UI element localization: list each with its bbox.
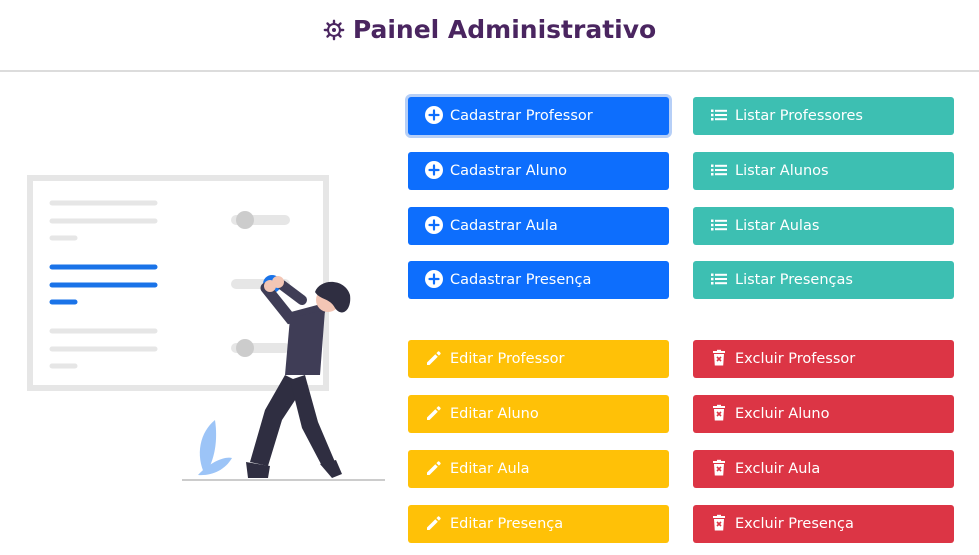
cadastrar-professor-button[interactable]: Cadastrar Professor — [408, 97, 669, 135]
plus-circle-icon — [424, 105, 444, 125]
button-label: Cadastrar Professor — [450, 108, 593, 124]
cadastrar-presenca-button[interactable]: Cadastrar Presença — [408, 261, 669, 299]
list-icon — [709, 269, 729, 289]
button-label: Listar Professores — [735, 108, 863, 124]
page-title: Painel Administrativo — [352, 15, 657, 44]
cadastrar-aula-button[interactable]: Cadastrar Aula — [408, 207, 669, 245]
listar-presencas-button[interactable]: Listar Presenças — [693, 261, 954, 299]
button-label: Excluir Aluno — [735, 406, 830, 422]
cadastrar-aluno-button[interactable]: Cadastrar Aluno — [408, 152, 669, 190]
editar-presenca-button[interactable]: Editar Presença — [408, 505, 669, 543]
button-label: Listar Aulas — [735, 218, 820, 234]
editar-professor-button[interactable]: Editar Professor — [408, 340, 669, 378]
pencil-icon — [424, 348, 444, 368]
plus-circle-icon — [424, 215, 444, 235]
button-label: Excluir Aula — [735, 461, 821, 477]
pencil-icon — [424, 403, 444, 423]
listar-aulas-button[interactable]: Listar Aulas — [693, 207, 954, 245]
button-label: Cadastrar Aula — [450, 218, 558, 234]
admin-illustration — [20, 170, 390, 494]
list-icon — [709, 105, 729, 125]
trash-icon — [709, 403, 729, 423]
listar-professores-button[interactable]: Listar Professores — [693, 97, 954, 135]
button-label: Cadastrar Aluno — [450, 163, 567, 179]
page-header: Painel Administrativo — [0, 0, 979, 72]
excluir-aluno-button[interactable]: Excluir Aluno — [693, 395, 954, 433]
trash-icon — [709, 513, 729, 533]
button-label: Cadastrar Presença — [450, 272, 592, 288]
trash-icon — [709, 348, 729, 368]
button-label: Editar Aluno — [450, 406, 539, 422]
button-label: Editar Professor — [450, 351, 565, 367]
button-label: Excluir Professor — [735, 351, 856, 367]
button-label: Editar Presença — [450, 516, 564, 532]
button-label: Editar Aula — [450, 461, 530, 477]
gear-icon — [323, 17, 345, 49]
button-label: Excluir Presença — [735, 516, 854, 532]
excluir-presenca-button[interactable]: Excluir Presença — [693, 505, 954, 543]
pencil-icon — [424, 513, 444, 533]
button-label: Listar Presenças — [735, 272, 853, 288]
editar-aluno-button[interactable]: Editar Aluno — [408, 395, 669, 433]
list-icon — [709, 160, 729, 180]
trash-icon — [709, 458, 729, 478]
plus-circle-icon — [424, 269, 444, 289]
plus-circle-icon — [424, 160, 444, 180]
excluir-professor-button[interactable]: Excluir Professor — [693, 340, 954, 378]
button-label: Listar Alunos — [735, 163, 829, 179]
pencil-icon — [424, 458, 444, 478]
page-title-row: Painel Administrativo — [0, 14, 979, 49]
editar-aula-button[interactable]: Editar Aula — [408, 450, 669, 488]
listar-alunos-button[interactable]: Listar Alunos — [693, 152, 954, 190]
excluir-aula-button[interactable]: Excluir Aula — [693, 450, 954, 488]
list-icon — [709, 215, 729, 235]
